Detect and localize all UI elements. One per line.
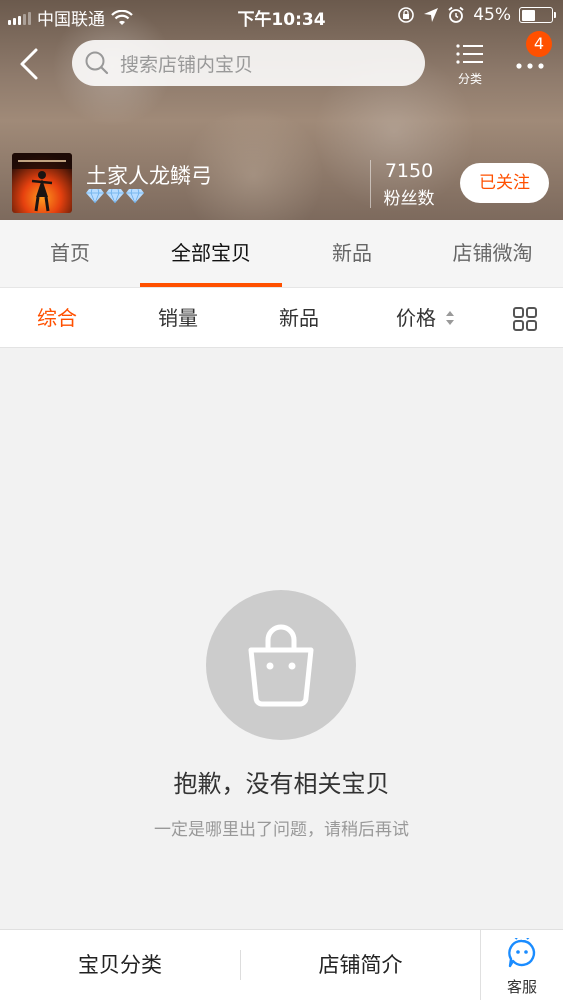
diamond-icon — [106, 189, 124, 203]
follow-button[interactable]: 已关注 — [460, 163, 549, 203]
shop-name: 土家人龙鳞弓 — [86, 164, 212, 188]
location-icon — [424, 8, 439, 22]
tab-weitao[interactable]: 店铺微淘 — [422, 220, 563, 288]
sort-comprehensive[interactable]: 综合 — [37, 288, 77, 348]
fans-number: 7150 — [384, 160, 434, 182]
alarm-icon — [448, 6, 464, 23]
diamond-icon — [86, 189, 104, 203]
diamond-icon — [126, 189, 144, 203]
sort-price[interactable]: 价格 — [396, 288, 456, 348]
sort-sales[interactable]: 销量 — [158, 288, 198, 348]
category-button[interactable]: 分类 — [449, 42, 491, 88]
sort-new[interactable]: 新品 — [279, 288, 319, 348]
battery-icon — [519, 7, 556, 23]
customer-service-icon — [508, 936, 536, 968]
sort-bar: 综合 销量 新品 价格 — [0, 288, 563, 348]
tab-home[interactable]: 首页 — [0, 220, 140, 288]
sort-arrows-icon — [446, 311, 455, 325]
search-input[interactable]: 搜索店铺内宝贝 — [72, 40, 425, 86]
tab-new-items[interactable]: 新品 — [282, 220, 422, 288]
chevron-left-icon — [20, 48, 38, 80]
shop-intro-button[interactable]: 店铺简介 — [241, 930, 480, 1000]
fans-count: 7150 粉丝数 — [378, 160, 440, 209]
shop-rating-diamonds — [86, 189, 144, 203]
list-icon — [456, 44, 483, 64]
customer-service-button[interactable]: 客服 — [481, 930, 563, 1000]
divider — [370, 160, 371, 208]
empty-state-title: 抱歉，没有相关宝贝 — [173, 770, 390, 798]
active-tab-indicator — [140, 283, 282, 287]
category-label: 分类 — [457, 72, 482, 86]
grid-icon — [513, 307, 537, 331]
tab-all-items[interactable]: 全部宝贝 — [140, 220, 282, 288]
search-placeholder: 搜索店铺内宝贝 — [120, 53, 254, 76]
item-categories-button[interactable]: 宝贝分类 — [0, 930, 240, 1000]
empty-state-icon-circle — [206, 590, 356, 740]
customer-service-label: 客服 — [506, 978, 537, 996]
sort-price-label: 价格 — [396, 306, 436, 330]
search-icon — [85, 51, 109, 75]
orientation-lock-icon — [398, 7, 415, 23]
shop-tabs: 首页 全部宝贝 新品 店铺微淘 — [0, 220, 563, 288]
bottom-bar: 宝贝分类 店铺简介 客服 — [0, 929, 563, 1000]
grid-view-button[interactable] — [512, 306, 538, 332]
empty-state-subtitle: 一定是哪里出了问题，请稍后再试 — [154, 820, 409, 840]
fans-label: 粉丝数 — [383, 189, 435, 209]
battery-percent: 45% — [473, 5, 511, 25]
shop-header: 中国联通 下午10:34 45% 搜索店铺内宝贝 分类 4 土家人龙鳞弓 715… — [0, 0, 563, 220]
shop-logo[interactable] — [12, 153, 72, 213]
shop-logo-image — [12, 153, 72, 212]
message-badge: 4 — [526, 31, 552, 57]
shopping-bag-icon — [248, 624, 314, 707]
status-bar: 中国联通 下午10:34 45% — [0, 0, 563, 32]
back-button[interactable] — [12, 42, 48, 86]
